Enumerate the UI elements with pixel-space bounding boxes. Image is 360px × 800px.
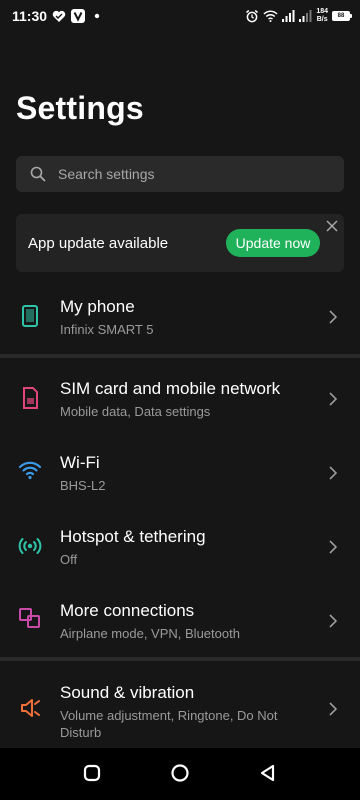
settings-item-subtitle: BHS-L2 <box>60 478 106 493</box>
home-icon[interactable] <box>169 762 191 784</box>
chevron-right-icon <box>329 702 338 716</box>
wifi-status-icon <box>263 10 278 22</box>
navigation-bar <box>0 748 360 800</box>
settings-item-subtitle: Off <box>60 552 78 567</box>
settings-item-title: My phone <box>60 297 135 316</box>
chevron-right-icon <box>329 310 338 324</box>
network-speed: 184 B/s <box>316 8 328 23</box>
settings-item-sound[interactable]: Sound & vibration Volume adjustment, Rin… <box>0 682 360 742</box>
connections-icon <box>19 608 40 628</box>
search-bar[interactable] <box>16 156 344 192</box>
phone-icon <box>22 305 38 327</box>
app-update-banner: App update available Update now <box>16 214 344 272</box>
section-divider <box>0 657 360 661</box>
page-title: Settings <box>16 90 144 126</box>
settings-item-title: Sound & vibration <box>60 683 195 702</box>
sim-card-icon <box>23 387 38 409</box>
settings-item-title: Wi-Fi <box>60 453 100 472</box>
status-bar: 11:30 184 B/s 88 <box>0 0 360 32</box>
signal-1-icon <box>282 10 295 22</box>
settings-item-sim-card[interactable]: SIM card and mobile network Mobile data,… <box>0 378 360 428</box>
alarm-icon <box>246 9 259 23</box>
search-input[interactable] <box>58 166 318 182</box>
hotspot-icon <box>18 538 42 554</box>
recents-icon[interactable] <box>81 762 103 784</box>
speaker-icon <box>21 699 40 717</box>
settings-item-title: More connections <box>60 601 195 620</box>
battery-level: 88 <box>333 12 349 20</box>
settings-item-hotspot[interactable]: Hotspot & tethering Off <box>0 526 360 576</box>
chevron-right-icon <box>329 466 338 480</box>
heart-app-icon <box>52 10 66 22</box>
update-banner-text: App update available <box>28 234 169 252</box>
search-icon <box>30 166 46 182</box>
settings-item-subtitle: Volume adjustment, Ringtone, Do Not Dist… <box>60 708 278 740</box>
chevron-right-icon <box>329 540 338 554</box>
settings-item-wifi[interactable]: Wi-Fi BHS-L2 <box>0 452 360 502</box>
back-icon[interactable] <box>257 762 279 784</box>
update-now-button[interactable]: Update now <box>226 229 320 257</box>
signal-2-icon <box>299 10 312 22</box>
settings-item-subtitle: Airplane mode, VPN, Bluetooth <box>60 626 240 641</box>
chevron-right-icon <box>329 392 338 406</box>
status-time: 11:30 <box>12 8 48 24</box>
section-divider <box>0 354 360 358</box>
chevron-right-icon <box>329 614 338 628</box>
close-icon[interactable] <box>324 218 340 234</box>
v-app-icon <box>71 9 86 23</box>
settings-item-subtitle: Infinix SMART 5 <box>60 322 154 337</box>
settings-item-my-phone[interactable]: My phone Infinix SMART 5 <box>0 296 360 346</box>
notification-dot-icon <box>94 13 100 19</box>
settings-item-title: SIM card and mobile network <box>60 379 281 398</box>
settings-item-more-connections[interactable]: More connections Airplane mode, VPN, Blu… <box>0 600 360 650</box>
settings-item-title: Hotspot & tethering <box>60 527 206 546</box>
settings-item-subtitle: Mobile data, Data settings <box>60 404 211 419</box>
wifi-icon <box>18 461 42 480</box>
battery-icon: 88 <box>332 11 352 21</box>
